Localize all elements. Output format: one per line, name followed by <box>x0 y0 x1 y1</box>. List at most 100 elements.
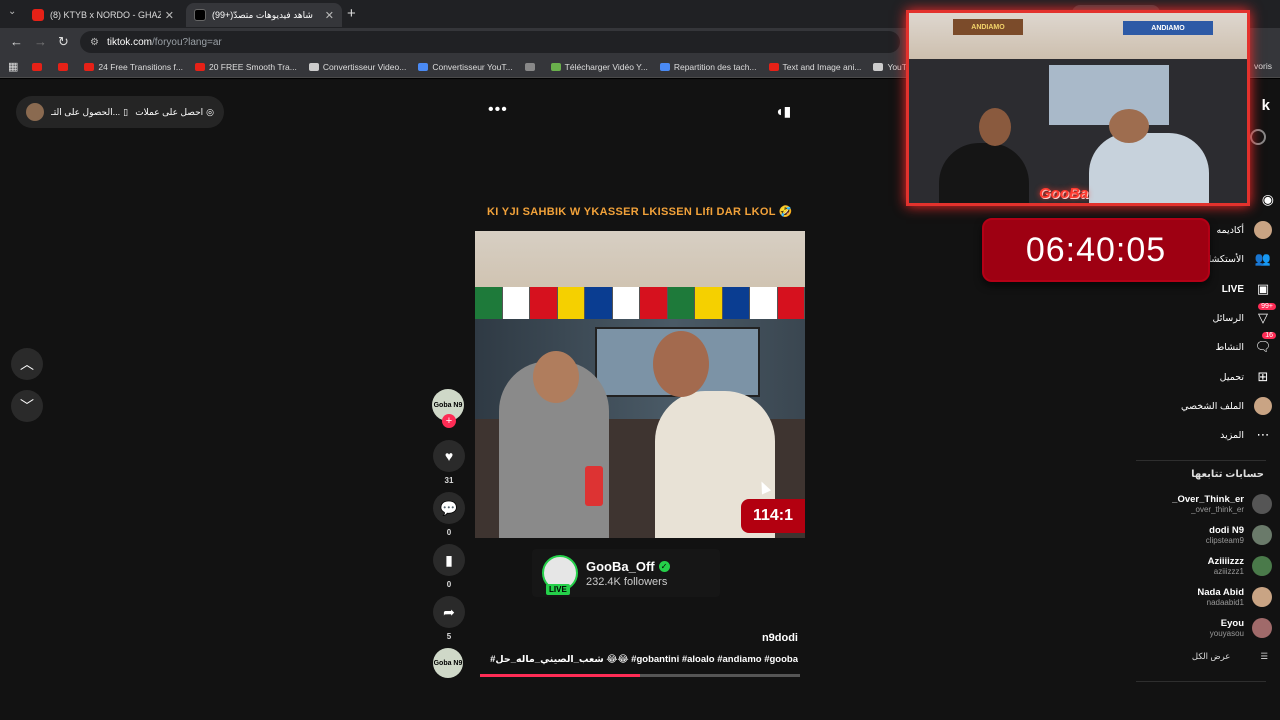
account-names: Nada Abid nadaabid1 <box>1197 587 1244 607</box>
user-avatar[interactable] <box>26 103 44 121</box>
account-names: dodi N9 clipsteam9 <box>1206 525 1244 545</box>
bookmark-item[interactable]: Télécharger Vidéo Y... <box>550 62 648 72</box>
account-display-name: Aziiiizzz <box>1207 556 1244 567</box>
other-bookmarks[interactable]: voris <box>1254 61 1272 71</box>
account-username: aziiizzz1 <box>1213 567 1244 576</box>
bookmark-item[interactable]: Convertisseur Video... <box>308 61 407 72</box>
verified-check-icon: ✓ <box>658 560 670 572</box>
video-flag <box>557 287 585 319</box>
sidebar-item-upload[interactable]: تحميل ⊞ <box>1220 366 1272 388</box>
bookmark-item[interactable] <box>524 62 539 71</box>
bookmark-label: 20 FREE Smooth Tra... <box>208 61 297 72</box>
search-icon[interactable] <box>1250 129 1266 145</box>
heart-icon: ♥ <box>444 448 454 464</box>
following-account[interactable]: Eyou youyasou <box>1210 616 1272 640</box>
next-video-button[interactable]: ﹀ <box>11 390 43 422</box>
webcam-person-left-head <box>979 108 1011 146</box>
avatar-icon <box>1254 221 1272 239</box>
list-icon: ☰ <box>1260 651 1268 661</box>
close-tab-icon[interactable]: ✕ <box>165 9 174 22</box>
account-avatar <box>1252 587 1272 607</box>
bookmark-label: Text and Image ani... <box>782 61 862 72</box>
following-account[interactable]: Nada Abid nadaabid1 <box>1197 585 1272 609</box>
see-all-link[interactable]: عرض الكل ☰ <box>1192 651 1268 662</box>
get-coins-link[interactable]: احصل على عملات ◎ <box>135 107 214 118</box>
live-icon: ▣ <box>1256 281 1270 296</box>
bookmark-favicon-icon <box>58 62 69 71</box>
following-account[interactable]: Aziiiizzz aziiizzz1 <box>1208 554 1272 578</box>
bookmark-item[interactable]: 20 FREE Smooth Tra... <box>194 61 297 72</box>
sidebar-item-label: الملف الشخصي <box>1181 400 1244 412</box>
browser-tab-tiktok[interactable]: (99+)شاهد فيديوهات متصدّ ✕ <box>186 3 342 27</box>
screen: ⌄ (8) KTYB x NORDO - GHAZALI ( ✕ (99+)شا… <box>0 0 1280 720</box>
volume-icon[interactable]: ◖▮ <box>775 103 791 120</box>
video-description: #شعب_الصيني_ماله_حل 😂😂 #gobantini #aloal… <box>490 654 798 665</box>
comment-button[interactable]: 💬 <box>433 492 465 524</box>
bookmark-favicon-icon <box>659 62 670 71</box>
more-options-icon[interactable]: ••• <box>488 101 508 119</box>
account-display-name: Nada Abid <box>1197 587 1244 598</box>
sidebar-item-activity[interactable]: النشاط 🗨 16 <box>1215 332 1276 358</box>
close-tab-icon[interactable]: ✕ <box>325 9 334 22</box>
bookmark-label: Convertisseur Video... <box>322 61 407 72</box>
tab-search-chevron-icon[interactable]: ⌄ <box>8 6 16 17</box>
bookmark-label: Convertisseur YouT... <box>432 61 513 72</box>
video-author-name[interactable]: n9dodi <box>690 632 798 644</box>
account-avatar <box>1252 618 1272 638</box>
live-name-row: GooBa_Off ✓ <box>586 559 670 574</box>
bookmark-item[interactable]: Text and Image ani... <box>768 61 862 72</box>
chevron-down-icon: ﹀ <box>20 398 34 414</box>
video-player[interactable]: 114:1 <box>475 231 805 538</box>
comment-count: 0 <box>446 528 452 537</box>
sidebar-item-avatar[interactable]: الملف الشخصي <box>1181 395 1272 417</box>
share-count: 5 <box>446 632 452 641</box>
webcam-window <box>1049 65 1169 125</box>
live-followers: 232.4K followers <box>586 575 668 588</box>
bookmark-item[interactable] <box>32 62 46 71</box>
share-button[interactable]: ➦ <box>433 596 465 628</box>
video-flag <box>722 287 750 319</box>
get-app-link[interactable]: الحصول على التـ... ▯ <box>51 107 128 118</box>
save-button[interactable]: ▮ <box>433 544 465 576</box>
address-bar[interactable]: ⚙ tiktok.com /foryou?lang=ar <box>80 31 900 53</box>
live-account-name: GooBa_Off <box>586 558 655 574</box>
like-button[interactable]: ♥ <box>433 440 465 472</box>
bookmark-item[interactable] <box>58 62 72 71</box>
previous-video-button[interactable]: ︿ <box>11 348 43 380</box>
video-progress-bar[interactable] <box>480 674 800 677</box>
apps-grid-icon[interactable]: ▦ <box>8 60 18 73</box>
bookmark-item[interactable]: 24 Free Transitions f... <box>84 62 183 72</box>
logo-letter: k <box>1261 97 1270 114</box>
sidebar-item-inbox[interactable]: الرسائل ▽ 99+ <box>1213 303 1276 329</box>
account-avatar <box>1252 556 1272 576</box>
back-icon[interactable]: ← <box>10 34 23 49</box>
sidebar-bottom-divider <box>1136 681 1266 682</box>
browser-tab-youtube[interactable]: (8) KTYB x NORDO - GHAZALI ( ✕ <box>24 3 182 27</box>
reload-icon[interactable]: ↻ <box>58 34 69 50</box>
sidebar-item-more[interactable]: المزيد ⋯ <box>1220 424 1272 446</box>
following-account[interactable]: _Over_Think_er _over_think_er <box>1172 492 1272 516</box>
site-settings-icon[interactable]: ⚙ <box>90 37 99 48</box>
live-card[interactable]: LIVE GooBa_Off ✓ 232.4K followers <box>532 549 720 597</box>
explore-compass-icon[interactable]: ◉ <box>1262 191 1274 208</box>
account-avatar <box>1252 494 1272 514</box>
url-host: tiktok.com <box>106 36 152 48</box>
sidebar-item-live[interactable]: LIVE ▣ <box>1222 278 1272 300</box>
new-tab-button[interactable]: + <box>347 5 356 22</box>
bookmark-favicon-icon <box>32 62 43 71</box>
bookmark-label: Repartition des tach... <box>673 61 757 72</box>
sidebar-item-avatar[interactable]: أكاديمه <box>1216 219 1272 241</box>
video-flag <box>750 287 778 319</box>
sidebar-item-label: النشاط <box>1215 341 1244 353</box>
following-account[interactable]: dodi N9 clipsteam9 <box>1206 523 1272 547</box>
music-disc[interactable]: Goba N9 <box>433 648 463 678</box>
video-scene-flags <box>475 287 805 319</box>
bookmark-item[interactable]: Convertisseur YouT... <box>418 61 513 72</box>
sidebar-item-label: المزيد <box>1220 429 1244 441</box>
pill-item2-label: احصل على عملات <box>135 106 204 117</box>
follow-plus-button[interactable]: + <box>442 414 456 428</box>
forward-icon[interactable]: → <box>34 34 47 49</box>
save-count: 0 <box>446 580 452 589</box>
bookmark-item[interactable]: Repartition des tach... <box>659 61 757 72</box>
bookmark-favicon-icon <box>550 62 561 71</box>
